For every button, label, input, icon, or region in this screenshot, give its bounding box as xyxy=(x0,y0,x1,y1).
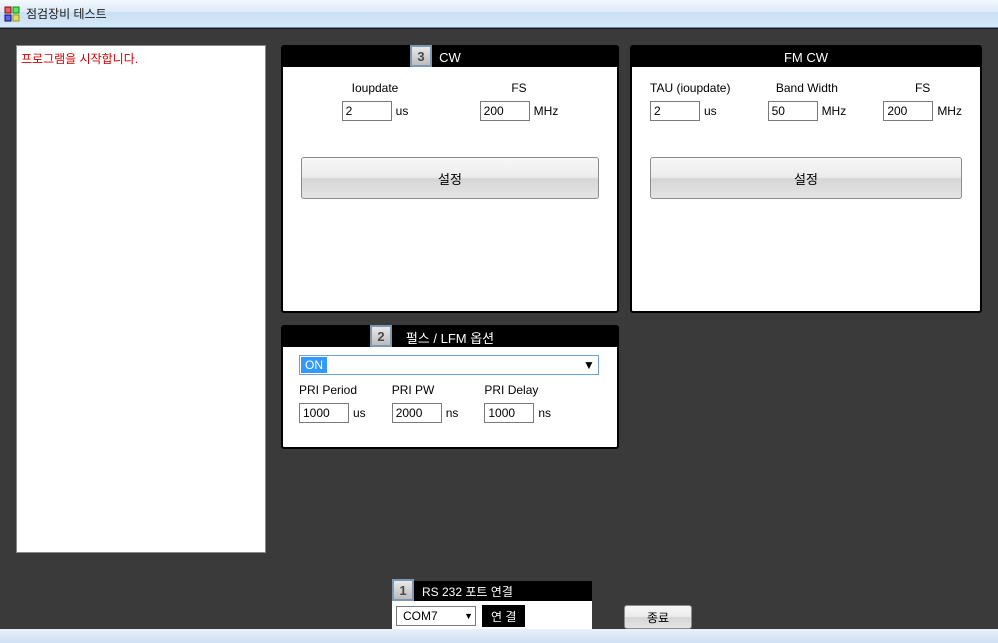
cw-set-button[interactable]: 설정 xyxy=(301,157,599,199)
cw-ioupdate-input[interactable] xyxy=(342,101,392,121)
port-combo[interactable]: COM7 ▼ xyxy=(396,606,476,626)
pri-pw-label: PRI PW xyxy=(392,383,459,403)
pulse-panel: 2 펄스 / LFM 옵션 ON ▼ PRI Period us PRI PW xyxy=(281,325,619,449)
cw-fs-field: FS MHz xyxy=(480,81,559,121)
pri-delay-unit: ns xyxy=(538,406,551,420)
pulse-title: 펄스 / LFM 옵션 xyxy=(406,328,494,347)
port-selected: COM7 xyxy=(403,609,438,623)
fmcw-fs-input[interactable] xyxy=(883,101,933,121)
cw-fs-label: FS xyxy=(480,81,559,101)
fmcw-bw-unit: MHz xyxy=(822,104,847,118)
pri-pw-unit: ns xyxy=(446,406,459,420)
fmcw-fs-field: FS MHz xyxy=(883,81,962,121)
pulse-badge: 2 xyxy=(370,325,392,347)
fmcw-tau-label: TAU (ioupdate) xyxy=(650,81,730,101)
chevron-down-icon: ▼ xyxy=(582,358,596,372)
cw-badge: 3 xyxy=(410,45,432,67)
cw-fs-unit: MHz xyxy=(534,104,559,118)
pri-period-unit: us xyxy=(353,406,366,420)
fmcw-bw-label: Band Width xyxy=(768,81,847,101)
fmcw-title: FM CW xyxy=(784,50,828,65)
pri-delay-label: PRI Delay xyxy=(484,383,551,403)
bottom-strip xyxy=(0,629,998,643)
pri-pw-input[interactable] xyxy=(392,403,442,423)
cw-panel: 3 CW Ioupdate us FS MHz xyxy=(281,45,619,313)
pulse-mode-combo[interactable]: ON ▼ xyxy=(299,355,599,375)
log-panel: 프로그램을 시작합니다. xyxy=(16,45,266,553)
window-title: 점검장비 테스트 xyxy=(26,5,107,22)
pri-delay-input[interactable] xyxy=(484,403,534,423)
cw-header: 3 CW xyxy=(283,47,617,67)
pri-pw-field: PRI PW ns xyxy=(392,383,459,423)
fmcw-panel: FM CW TAU (ioupdate) us Band Width MHz xyxy=(630,45,982,313)
connect-button[interactable]: 연 결 xyxy=(482,605,525,627)
chevron-down-icon: ▼ xyxy=(464,611,473,621)
fmcw-header: FM CW xyxy=(632,47,980,67)
pri-period-field: PRI Period us xyxy=(299,383,366,423)
titlebar: 점검장비 테스트 xyxy=(0,0,998,28)
exit-button[interactable]: 종료 xyxy=(624,605,692,629)
pri-period-label: PRI Period xyxy=(299,383,366,403)
pulse-mode-value: ON xyxy=(301,357,327,373)
fmcw-set-button[interactable]: 설정 xyxy=(650,157,962,199)
pri-delay-field: PRI Delay ns xyxy=(484,383,551,423)
port-title: RS 232 포트 연결 xyxy=(422,583,513,600)
fmcw-fs-label: FS xyxy=(883,81,962,101)
cw-ioupdate-label: Ioupdate xyxy=(342,81,409,101)
fmcw-tau-unit: us xyxy=(704,104,717,118)
port-block: 1 RS 232 포트 연결 COM7 ▼ 연 결 xyxy=(392,581,592,631)
cw-fs-input[interactable] xyxy=(480,101,530,121)
cw-title: CW xyxy=(439,50,461,65)
content-area: 프로그램을 시작합니다. 3 CW Ioupdate us FS xyxy=(0,28,998,629)
port-header: 1 RS 232 포트 연결 xyxy=(392,581,592,601)
pri-period-input[interactable] xyxy=(299,403,349,423)
app-icon xyxy=(4,6,20,22)
port-badge: 1 xyxy=(392,579,414,601)
fmcw-tau-field: TAU (ioupdate) us xyxy=(650,81,730,121)
fmcw-fs-unit: MHz xyxy=(937,104,962,118)
cw-ioupdate-field: Ioupdate us xyxy=(342,81,409,121)
pulse-header: 2 펄스 / LFM 옵션 xyxy=(283,327,617,347)
cw-ioupdate-unit: us xyxy=(396,104,409,118)
log-message: 프로그램을 시작합니다. xyxy=(21,50,261,67)
fmcw-bw-field: Band Width MHz xyxy=(768,81,847,121)
fmcw-tau-input[interactable] xyxy=(650,101,700,121)
fmcw-bw-input[interactable] xyxy=(768,101,818,121)
